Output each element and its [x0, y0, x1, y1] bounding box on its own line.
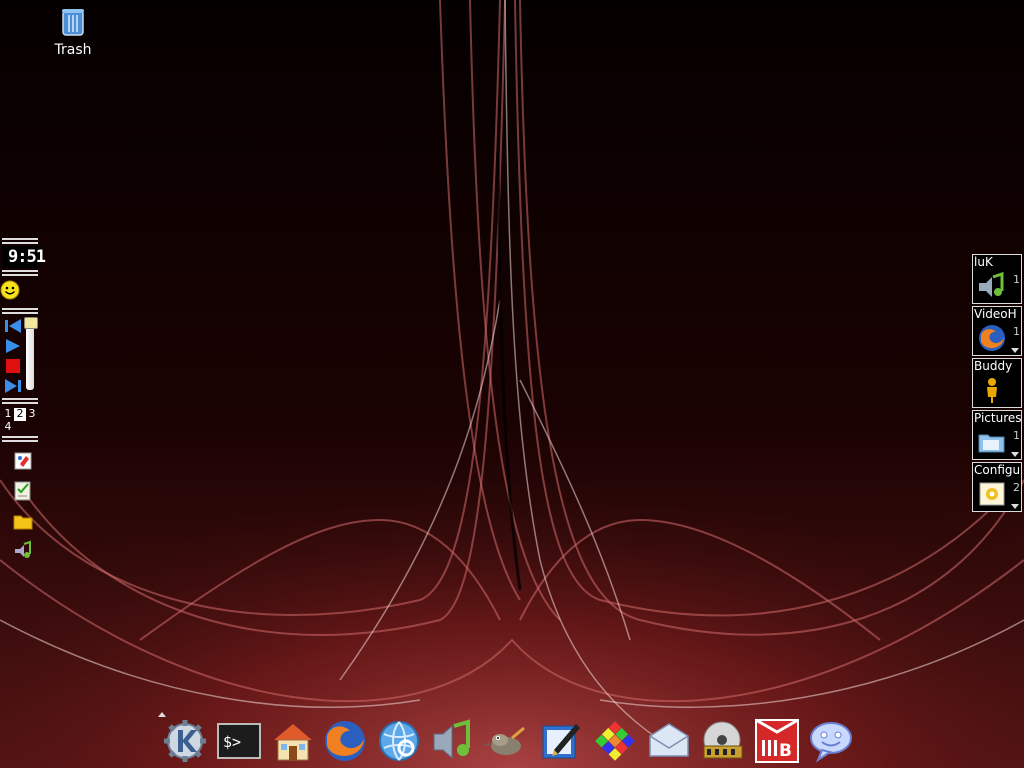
task-item-buddy[interactable]: Buddy	[972, 358, 1022, 408]
gimp-icon[interactable]	[482, 718, 528, 764]
panel-handle[interactable]	[2, 238, 38, 244]
panel-handle[interactable]	[2, 436, 38, 442]
panel-handle[interactable]	[2, 308, 38, 314]
chevron-up-icon[interactable]	[158, 712, 166, 717]
config-icon	[979, 482, 1005, 506]
task-number: 1	[1013, 273, 1020, 286]
pager-desktop-2[interactable]: 2	[14, 408, 26, 421]
editor-icon[interactable]	[538, 718, 584, 764]
music-icon[interactable]	[430, 718, 476, 764]
task-number: 1	[1013, 429, 1020, 442]
svg-text:$>: $>	[223, 733, 241, 751]
home-icon[interactable]	[270, 718, 316, 764]
chat-icon[interactable]	[808, 718, 854, 764]
kpaint-icon[interactable]	[12, 450, 34, 472]
task-title: Buddy	[974, 359, 1013, 373]
chevron-down-icon	[1011, 504, 1019, 509]
desktop-wallpaper	[0, 0, 1024, 768]
media-controls	[0, 316, 46, 396]
pager-desktop-4[interactable]: 4	[2, 421, 14, 434]
stop-icon[interactable]	[4, 358, 22, 374]
volume-slider-knob[interactable]	[24, 317, 38, 329]
kde-menu-icon[interactable]	[162, 718, 208, 764]
office-icon[interactable]: B	[754, 718, 800, 764]
previous-icon[interactable]	[4, 318, 22, 334]
mail-icon[interactable]	[646, 718, 692, 764]
launcher-dock: $> B	[158, 712, 868, 768]
quick-launch	[0, 448, 46, 568]
task-title: Pictures	[974, 411, 1022, 425]
svg-text:B: B	[779, 741, 792, 761]
task-item-pictures[interactable]: Pictures 1	[972, 410, 1022, 460]
trash-desktop-icon[interactable]: Trash	[48, 6, 98, 58]
network-icon[interactable]	[376, 718, 422, 764]
play-icon[interactable]	[4, 338, 22, 354]
panel-handle[interactable]	[2, 398, 38, 404]
task-title: Configu	[974, 463, 1021, 477]
rubik-icon[interactable]	[592, 718, 638, 764]
chevron-down-icon	[1011, 452, 1019, 457]
chevron-down-icon	[1011, 348, 1019, 353]
terminal-icon[interactable]: $>	[216, 718, 262, 764]
task-item-luk[interactable]: luK 1	[972, 254, 1022, 304]
music-icon[interactable]	[12, 540, 34, 562]
next-icon[interactable]	[4, 378, 22, 394]
checklist-icon[interactable]	[12, 480, 34, 502]
task-number: 1	[1013, 325, 1020, 338]
panel-handle[interactable]	[2, 270, 38, 276]
clock[interactable]: 9:51	[2, 246, 46, 268]
volume-slider[interactable]	[26, 320, 34, 390]
buddy-icon	[987, 378, 997, 403]
task-item-configu[interactable]: Configu 2	[972, 462, 1022, 512]
task-number: 2	[1013, 481, 1020, 494]
folder-icon	[978, 434, 1005, 453]
music-player-icon	[979, 271, 1004, 297]
folder-icon[interactable]	[12, 510, 34, 532]
smiley-icon[interactable]	[0, 280, 20, 300]
firefox-icon[interactable]	[322, 718, 368, 764]
kasbar: luK 1 VideoH 1 Buddy Pictures 1 Configu …	[972, 254, 1024, 514]
pager-desktop-3[interactable]: 3	[26, 408, 38, 421]
trash-icon	[62, 9, 84, 36]
desktop-pager: 123 4	[2, 408, 44, 434]
trash-label: Trash	[54, 42, 92, 58]
task-title: luK	[974, 255, 993, 269]
media-player-icon[interactable]	[700, 718, 746, 764]
task-item-videoh[interactable]: VideoH 1	[972, 306, 1022, 356]
left-panel: 9:51 123 4	[0, 236, 46, 568]
task-title: VideoH	[974, 307, 1017, 321]
firefox-icon	[979, 325, 1005, 351]
